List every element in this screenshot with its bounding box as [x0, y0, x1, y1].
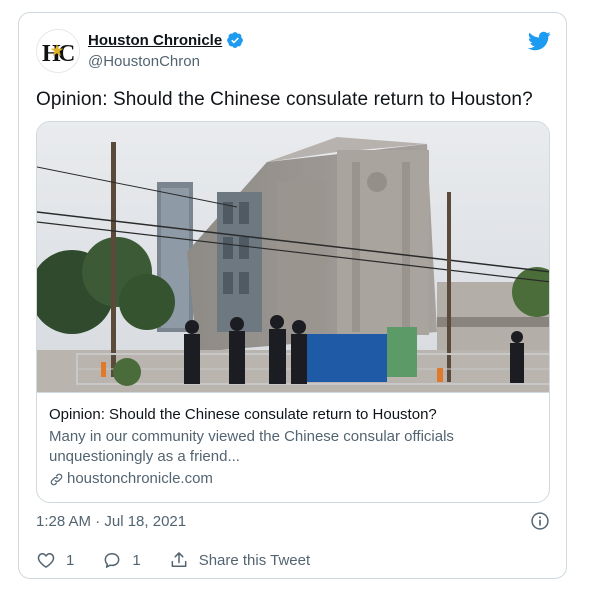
tweet-actions: 1 1 Share this Tweet: [36, 550, 338, 570]
like-button[interactable]: 1: [36, 550, 74, 570]
card-body[interactable]: Opinion: Should the Chinese consulate re…: [37, 392, 549, 502]
account-handle[interactable]: @HoustonChron: [88, 53, 200, 70]
reply-button[interactable]: 1: [102, 550, 141, 570]
avatar[interactable]: H C: [36, 29, 80, 73]
share-button[interactable]: Share this Tweet: [169, 550, 310, 570]
tweet-header: H C Houston Chronicle @HoustonChron: [36, 27, 551, 77]
share-label: Share this Tweet: [198, 551, 311, 569]
card-domain-text: houstonchronicle.com: [67, 470, 213, 487]
heart-icon: [37, 553, 55, 568]
share-icon: [171, 552, 187, 567]
card-title: Opinion: Should the Chinese consulate re…: [49, 406, 437, 423]
tweet-timestamp[interactable]: 1:28 AM · Jul 18, 2021: [36, 513, 186, 530]
card-image[interactable]: [37, 122, 550, 392]
link-preview-card[interactable]: Opinion: Should the Chinese consulate re…: [36, 121, 550, 503]
twitter-bird-icon[interactable]: [527, 29, 551, 53]
reply-count: 1: [132, 551, 141, 569]
card-description: Many in our community viewed the Chinese…: [49, 427, 539, 467]
like-count: 1: [66, 551, 75, 569]
name-row: Houston Chronicle: [88, 31, 244, 49]
link-icon: [50, 473, 63, 485]
card-domain: houstonchronicle.com: [49, 469, 539, 489]
verified-badge-icon: [227, 32, 244, 48]
tweet-text: Opinion: Should the Chinese consulate re…: [36, 89, 533, 110]
info-icon[interactable]: [530, 511, 550, 531]
reply-icon: [104, 553, 120, 568]
tweet-card[interactable]: H C Houston Chronicle @HoustonChron Opin…: [18, 12, 567, 579]
card-description-line: unquestioningly as a friend...: [49, 448, 240, 465]
svg-text:C: C: [58, 41, 75, 67]
card-description-line: Many in our community viewed the Chinese…: [49, 428, 454, 445]
display-name[interactable]: Houston Chronicle: [88, 32, 222, 49]
